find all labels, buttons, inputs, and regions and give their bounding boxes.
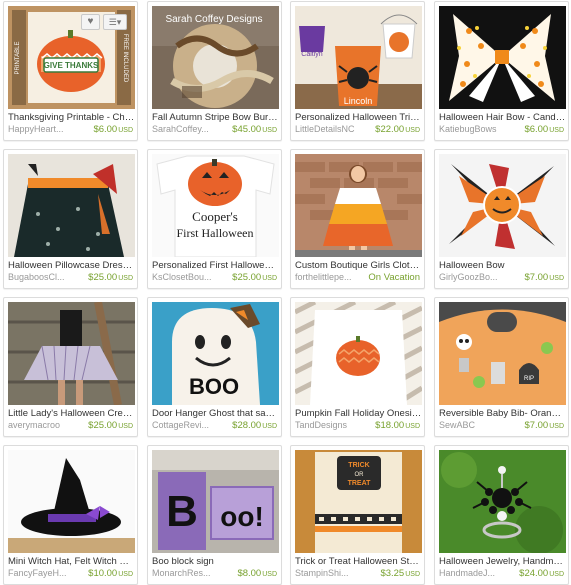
listing-title[interactable]: Personalized Halloween Tric... — [295, 112, 422, 123]
card-overlay-buttons: ♥ ☰▾ — [81, 14, 127, 30]
listing-title[interactable]: Trick or Treat Halloween Sta... — [295, 556, 422, 567]
listing-card[interactable]: BOO Door Hanger Ghost that says... Cotta… — [147, 297, 282, 437]
svg-text:B: B — [166, 487, 198, 536]
shop-name[interactable]: LittleDetailsNC — [295, 124, 367, 135]
listing-image[interactable]: Sarah Coffey Designs — [152, 6, 279, 109]
listing-card[interactable]: Cooper's First Halloween Personalized Fi… — [147, 149, 282, 289]
shop-name[interactable]: averymacroo — [8, 420, 80, 431]
list-menu-icon[interactable]: ☰▾ — [103, 14, 127, 30]
listing-price: $24.00USD — [519, 568, 564, 579]
heart-icon[interactable]: ♥ — [81, 14, 100, 30]
listing-price: $7.00USD — [524, 420, 564, 431]
listing-image[interactable]: Cooper's First Halloween — [152, 154, 279, 257]
svg-text:TRICK: TRICK — [348, 462, 369, 469]
listing-title[interactable]: Halloween Bow — [439, 260, 566, 271]
shop-name[interactable]: HandmadeJ... — [439, 568, 511, 579]
listing-price: $6.00USD — [524, 124, 564, 135]
listing-price: $18.00USD — [375, 420, 420, 431]
svg-text:RIP: RIP — [524, 376, 534, 382]
listing-card[interactable]: Halloween Bow GirlyGoozBo... $7.00USD — [434, 149, 569, 289]
listing-title[interactable]: Halloween Jewelry, Handma... — [439, 556, 566, 567]
listing-title[interactable]: Fall Autumn Stripe Bow Burla... — [152, 112, 279, 123]
listing-title[interactable]: Door Hanger Ghost that says... — [152, 408, 279, 419]
listing-card[interactable]: Little Lady's Halloween Crew... averymac… — [3, 297, 138, 437]
listing-price: $7.00USD — [524, 272, 564, 283]
shop-name[interactable]: StampinShi... — [295, 568, 367, 579]
listing-title[interactable]: Halloween Hair Bow - Candy... — [439, 112, 566, 123]
listing-card[interactable]: Sarah Coffey Designs Fall Autumn Stripe … — [147, 1, 282, 141]
svg-text:First Halloween: First Halloween — [177, 226, 254, 240]
listing-card[interactable]: RIP Reversible Baby Bib- Orange... SewAB… — [434, 297, 569, 437]
listing-card[interactable]: Lincoln Caitlyn Personalized Halloween T… — [290, 1, 425, 141]
listing-price: $3.25USD — [380, 568, 420, 579]
shop-name[interactable]: SarahCoffey... — [152, 124, 224, 135]
listing-image[interactable] — [8, 450, 135, 553]
listing-image[interactable] — [439, 450, 566, 553]
shop-name[interactable]: HappyHeart... — [8, 124, 80, 135]
banner-text: GIVE THANKS — [44, 61, 99, 70]
watermark-text: Sarah Coffey Designs — [165, 14, 262, 25]
shop-name[interactable]: BugaboosCl... — [8, 272, 80, 283]
listing-card[interactable]: Halloween Hair Bow - Candy... KatiebugBo… — [434, 1, 569, 141]
svg-text:BOO: BOO — [189, 374, 239, 399]
svg-text:Caitlyn: Caitlyn — [301, 51, 323, 58]
listing-image[interactable]: B oo! — [152, 450, 279, 553]
shop-name[interactable]: TandDesigns — [295, 420, 367, 431]
listing-title[interactable]: Reversible Baby Bib- Orange... — [439, 408, 566, 419]
svg-text:oo!: oo! — [220, 501, 264, 532]
listing-title[interactable]: Mini Witch Hat, Felt Witch Ha... — [8, 556, 135, 567]
listing-price: $25.00USD — [88, 272, 133, 283]
listing-card[interactable]: Halloween Pillowcase Dress... BugaboosCl… — [3, 149, 138, 289]
shop-name[interactable]: SewABC — [439, 420, 511, 431]
svg-text:Lincoln: Lincoln — [344, 96, 373, 106]
listing-image[interactable] — [8, 302, 135, 405]
listing-title[interactable]: Pumpkin Fall Holiday Onesie... — [295, 408, 422, 419]
listing-image[interactable] — [295, 302, 422, 405]
listing-price: $22.00USD — [375, 124, 420, 135]
listing-card[interactable]: B oo! Boo block sign MonarchRes... $8.00… — [147, 445, 282, 585]
shop-name[interactable]: KsClosetBou... — [152, 272, 224, 283]
svg-text:PRINTABLE: PRINTABLE — [15, 42, 21, 75]
svg-text:TREAT: TREAT — [348, 480, 372, 487]
listing-grid: GIVE THANKS PRINTABLE FREE INCLUDED ♥ ☰▾… — [0, 0, 571, 585]
listing-image[interactable] — [295, 154, 422, 257]
listing-image[interactable] — [439, 154, 566, 257]
svg-text:FREE INCLUDED: FREE INCLUDED — [122, 34, 128, 83]
listing-card[interactable]: Custom Boutique Girls Clothi... fortheli… — [290, 149, 425, 289]
shop-name[interactable]: forthelittlepe... — [295, 272, 367, 283]
listing-title[interactable]: Thanksgiving Printable - Che... — [8, 112, 135, 123]
listing-price: $25.00USD — [232, 272, 277, 283]
shop-name[interactable]: FancyFayeH... — [8, 568, 80, 579]
listing-title[interactable]: Custom Boutique Girls Clothi... — [295, 260, 422, 271]
listing-title[interactable]: Personalized First Halloween... — [152, 260, 279, 271]
listing-card[interactable]: GIVE THANKS PRINTABLE FREE INCLUDED ♥ ☰▾… — [3, 1, 138, 141]
listing-image[interactable]: BOO — [152, 302, 279, 405]
shop-name[interactable]: CottageRevi... — [152, 420, 224, 431]
listing-image[interactable] — [8, 154, 135, 257]
listing-title[interactable]: Little Lady's Halloween Crew... — [8, 408, 135, 419]
shop-name[interactable]: KatiebugBows — [439, 124, 511, 135]
listing-title[interactable]: Boo block sign — [152, 556, 279, 567]
listing-card[interactable]: Mini Witch Hat, Felt Witch Ha... FancyFa… — [3, 445, 138, 585]
shop-name[interactable]: GirlyGoozBo... — [439, 272, 511, 283]
vacation-status: On Vacation — [368, 272, 420, 283]
svg-text:Cooper's: Cooper's — [192, 209, 238, 224]
listing-title[interactable]: Halloween Pillowcase Dress... — [8, 260, 135, 271]
shop-name[interactable]: MonarchRes... — [152, 568, 224, 579]
listing-price: $28.00USD — [232, 420, 277, 431]
listing-price: $10.00USD — [88, 568, 133, 579]
listing-card[interactable]: Pumpkin Fall Holiday Onesie... TandDesig… — [290, 297, 425, 437]
listing-image[interactable] — [439, 6, 566, 109]
listing-card[interactable]: TRICK OR TREAT Trick or Treat Halloween … — [290, 445, 425, 585]
listing-image[interactable]: RIP — [439, 302, 566, 405]
listing-price: $8.00USD — [237, 568, 277, 579]
listing-image[interactable]: Lincoln Caitlyn — [295, 6, 422, 109]
listing-price: $6.00USD — [93, 124, 133, 135]
svg-text:OR: OR — [355, 472, 365, 478]
listing-price: $45.00USD — [232, 124, 277, 135]
listing-price: $25.00USD — [88, 420, 133, 431]
listing-image[interactable]: TRICK OR TREAT — [295, 450, 422, 553]
listing-card[interactable]: Halloween Jewelry, Handma... HandmadeJ..… — [434, 445, 569, 585]
listing-image[interactable]: GIVE THANKS PRINTABLE FREE INCLUDED ♥ ☰▾ — [8, 6, 135, 109]
